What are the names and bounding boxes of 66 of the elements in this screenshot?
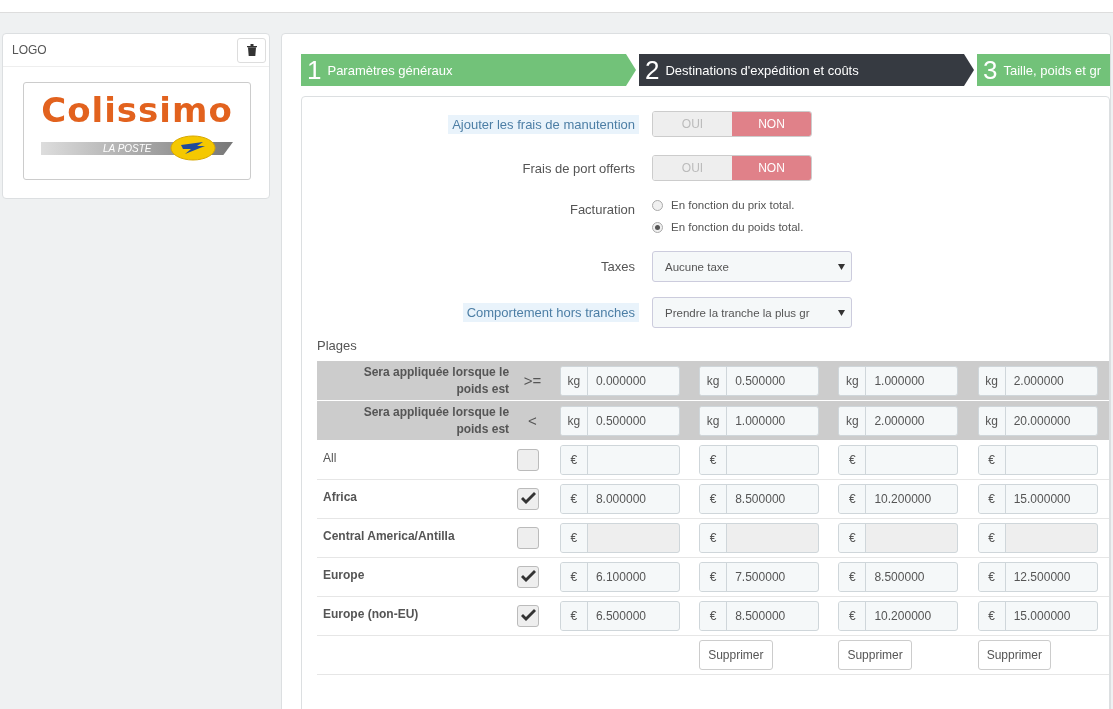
input-field[interactable]: € 15.000000 <box>977 601 1098 631</box>
logo-text: Colissimo <box>41 89 233 132</box>
radio-label: En fonction du poids total. <box>671 221 804 233</box>
field-label: Comportement hors tranches <box>462 303 639 322</box>
row-label: Sera appliquée lorsque le poids est <box>317 361 514 401</box>
input-field[interactable]: kg 20.000000 <box>977 405 1098 436</box>
input-field[interactable]: € 8.000000 <box>559 484 680 514</box>
caret-icon <box>838 263 845 270</box>
checkbox[interactable] <box>517 605 540 627</box>
input-field[interactable]: kg 1.000000 <box>699 405 820 436</box>
checkbox[interactable] <box>517 566 540 588</box>
input-field[interactable]: € 10.200000 <box>838 601 959 631</box>
input-field[interactable]: kg 0.500000 <box>699 365 820 396</box>
zone-name: Africa <box>317 479 514 519</box>
zone-name: Central America/Antilla <box>317 518 514 558</box>
radio-label: En fonction du prix total. <box>671 199 795 211</box>
delete-button[interactable]: Supprimer <box>699 640 773 670</box>
input-field[interactable]: kg 0.500000 <box>559 405 680 436</box>
input-field[interactable]: € 6.100000 <box>559 562 680 592</box>
input-field[interactable]: € <box>559 523 680 553</box>
radio-button[interactable] <box>652 199 663 211</box>
input-field[interactable]: kg 1.000000 <box>838 365 959 396</box>
input-field[interactable]: € <box>977 445 1098 475</box>
input-field[interactable]: € 8.500000 <box>838 562 959 592</box>
trash-icon <box>246 44 257 56</box>
select-field[interactable]: Aucune taxe <box>652 251 852 282</box>
select-field[interactable]: Prendre la tranche la plus gr <box>652 297 852 328</box>
input-field[interactable]: € <box>838 523 959 553</box>
section-title: Plages <box>317 338 357 353</box>
input-field[interactable]: € 10.200000 <box>838 484 959 514</box>
bird-emblem-icon <box>169 135 217 161</box>
row-label: Sera appliquée lorsque le poids est <box>317 400 514 441</box>
zone-name: All <box>317 440 514 480</box>
input-field[interactable]: € <box>838 445 959 475</box>
delete-button[interactable]: Supprimer <box>838 640 912 670</box>
input-field[interactable]: € 15.000000 <box>977 484 1098 514</box>
checkbox[interactable] <box>517 488 540 510</box>
field-label: Frais de port offerts <box>521 159 636 178</box>
delete-button[interactable] <box>237 37 266 63</box>
wizard-step-tab[interactable]: 2 Destinations d'expédition et coûts <box>639 54 974 86</box>
field-label: Taxes <box>600 258 636 276</box>
input-field[interactable]: € <box>559 445 680 475</box>
input-field[interactable]: € <box>977 523 1098 553</box>
checkbox[interactable] <box>517 527 540 549</box>
panel-title: LOGO <box>12 43 47 57</box>
input-field[interactable]: € 6.500000 <box>559 601 680 631</box>
checkbox[interactable] <box>517 449 540 471</box>
input-field[interactable]: € 7.500000 <box>699 562 820 592</box>
caret-icon <box>838 309 845 316</box>
input-field[interactable]: € 12.500000 <box>977 562 1098 592</box>
input-field[interactable]: € <box>699 523 820 553</box>
input-field[interactable]: € 8.500000 <box>699 484 820 514</box>
input-field[interactable]: kg 0.000000 <box>559 365 680 396</box>
logo-band-text: LA POSTE <box>103 142 152 155</box>
input-field[interactable]: kg 2.000000 <box>977 365 1098 396</box>
field-label: Facturation <box>568 201 636 219</box>
field-label: Ajouter les frais de manutention <box>448 114 639 134</box>
operator-text: >= <box>513 361 552 401</box>
radio-button[interactable] <box>652 221 663 233</box>
input-field[interactable]: € 8.500000 <box>699 601 820 631</box>
zone-name: Europe (non-EU) <box>317 596 514 636</box>
input-field[interactable]: € <box>699 445 820 475</box>
zone-name: Europe <box>317 557 514 597</box>
delete-button[interactable]: Supprimer <box>977 640 1052 670</box>
operator-text: < <box>513 400 552 441</box>
input-field[interactable]: kg 2.000000 <box>838 405 959 436</box>
